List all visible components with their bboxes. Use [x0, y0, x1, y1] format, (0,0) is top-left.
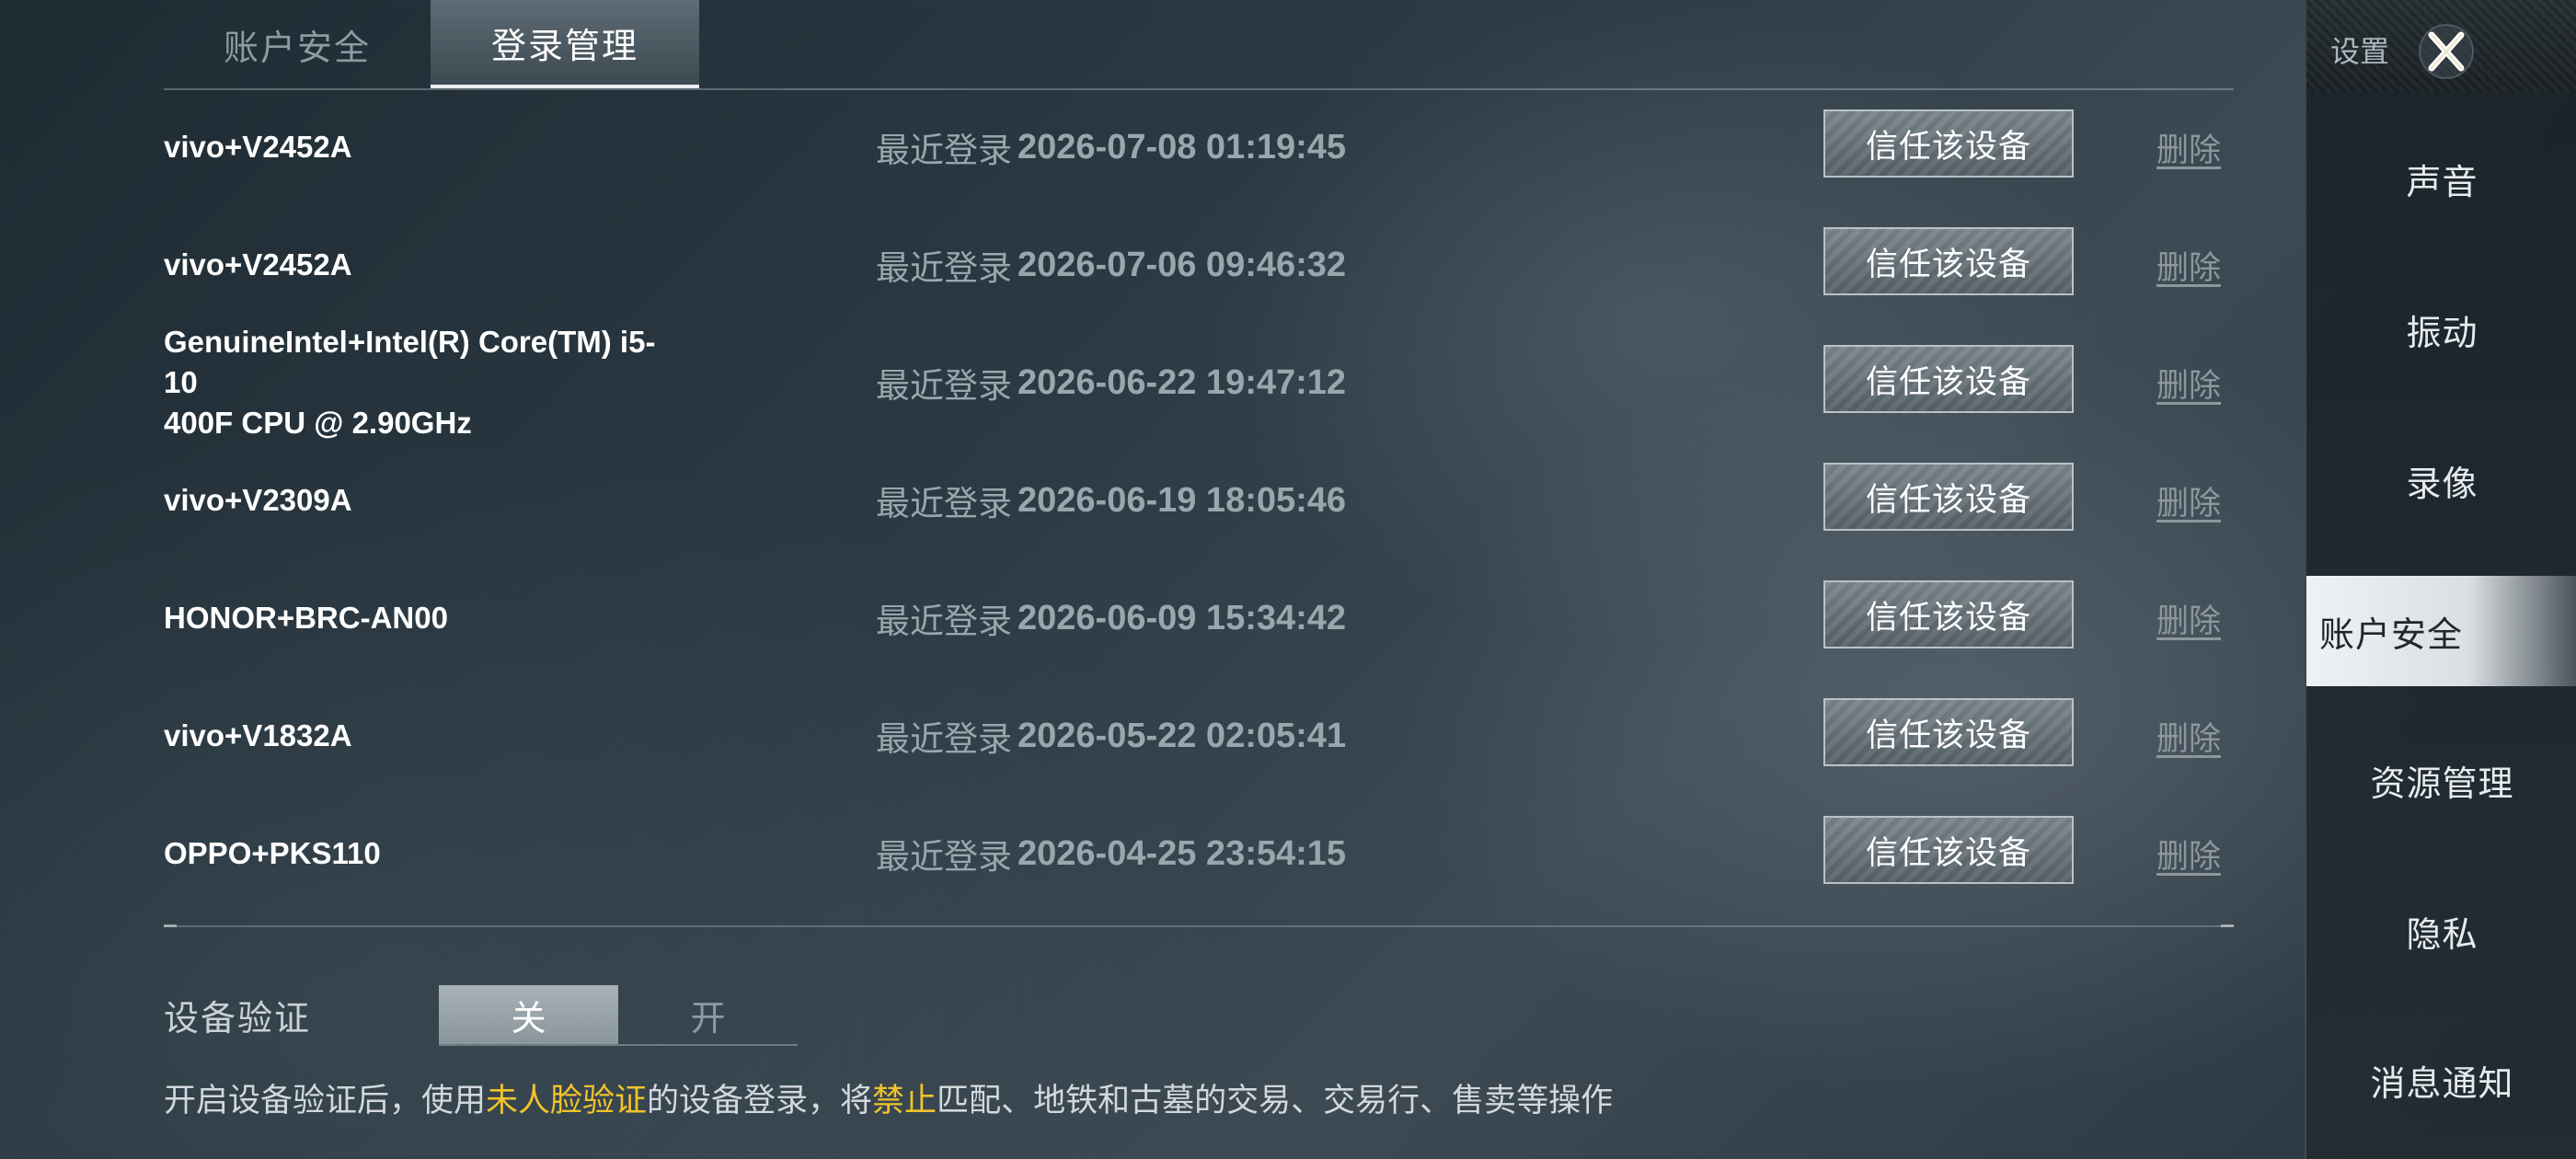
delete-device-link[interactable]: 删除: [2156, 795, 2221, 912]
sidebar-item-recording[interactable]: 录像: [2306, 425, 2576, 535]
device-verification-label: 设备验证: [164, 997, 312, 1039]
last-login-info: 最近登录 2026-07-08 01:19:45: [876, 88, 1346, 206]
last-login-info: 最近登录 2026-06-22 19:47:12: [876, 324, 1346, 442]
sidebar-item-sound[interactable]: 声音: [2306, 123, 2576, 234]
close-button[interactable]: [2409, 15, 2483, 88]
verification-note: 开启设备验证后，使用未人脸验证的设备登录，将禁止匹配、地铁和古墓的交易、交易行、…: [164, 1074, 1613, 1121]
device-row: vivo+V2309A 最近登录 2026-06-19 18:05:46 信任该…: [164, 442, 2234, 559]
sidebar-item-account-security[interactable]: 账户安全: [2306, 576, 2576, 686]
last-login-info: 最近登录 2026-06-09 15:34:42: [876, 559, 1346, 677]
last-login-time: 2026-05-22 02:05:41: [1018, 716, 1347, 755]
last-login-time: 2026-04-25 23:54:15: [1018, 833, 1347, 873]
top-tabs: 账户安全 登录管理: [164, 0, 2234, 90]
trust-device-button[interactable]: 信任该设备: [1823, 463, 2074, 531]
note-text: 的设备登录，将: [647, 1083, 873, 1119]
device-name: vivo+V1832A: [164, 718, 352, 752]
device-row: vivo+V1832A 最近登录 2026-05-22 02:05:41 信任该…: [164, 677, 2234, 795]
note-highlight: 未人脸验证: [486, 1083, 648, 1119]
delete-device-link[interactable]: 删除: [2156, 324, 2221, 442]
tab-login-management[interactable]: 登录管理: [431, 0, 699, 88]
settings-title: 设置: [2330, 34, 2390, 69]
login-management-panel: 账户安全 登录管理 vivo+V2452A 最近登录 2026-07-08 01…: [0, 0, 2305, 1159]
last-login-info: 最近登录 2026-07-06 09:46:32: [876, 206, 1346, 324]
device-name: GenuineIntel+Intel(R) Core(TM) i5-10 400…: [164, 325, 656, 440]
last-login-info: 最近登录 2026-05-22 02:05:41: [876, 677, 1346, 795]
last-login-time: 2026-06-09 15:34:42: [1018, 598, 1347, 637]
device-row: GenuineIntel+Intel(R) Core(TM) i5-10 400…: [164, 324, 2234, 442]
trust-device-button[interactable]: 信任该设备: [1823, 345, 2074, 413]
trust-device-button[interactable]: 信任该设备: [1823, 698, 2074, 766]
last-login-time: 2026-06-22 19:47:12: [1018, 362, 1347, 402]
sidebar-item-notifications[interactable]: 消息通知: [2306, 1025, 2576, 1135]
sidebar-item-vibration[interactable]: 振动: [2306, 274, 2576, 384]
device-verification-toggle: 关 开: [439, 985, 798, 1046]
device-name: vivo+V2452A: [164, 247, 352, 281]
sidebar-item-resource-management[interactable]: 资源管理: [2306, 725, 2576, 835]
trust-device-button[interactable]: 信任该设备: [1823, 580, 2074, 648]
device-row: HONOR+BRC-AN00 最近登录 2026-06-09 15:34:42 …: [164, 559, 2234, 677]
last-login-info: 最近登录 2026-06-19 18:05:46: [876, 442, 1346, 559]
last-login-info: 最近登录 2026-04-25 23:54:15: [876, 795, 1346, 912]
last-login-label: 最近登录: [876, 131, 1012, 170]
delete-device-link[interactable]: 删除: [2156, 677, 2221, 795]
last-login-label: 最近登录: [876, 837, 1012, 877]
device-name: vivo+V2309A: [164, 483, 352, 517]
delete-device-link[interactable]: 删除: [2156, 206, 2221, 324]
note-text: 匹配、地铁和古墓的交易、交易行、售卖等操作: [937, 1083, 1614, 1119]
note-text: 开启设备验证后，使用: [164, 1083, 487, 1119]
last-login-time: 2026-07-08 01:19:45: [1018, 127, 1347, 166]
last-login-label: 最近登录: [876, 248, 1012, 288]
sidebar-item-privacy[interactable]: 隐私: [2306, 876, 2576, 986]
last-login-label: 最近登录: [876, 602, 1012, 641]
device-row: vivo+V2452A 最近登录 2026-07-08 01:19:45 信任该…: [164, 88, 2234, 206]
trust-device-button[interactable]: 信任该设备: [1823, 816, 2074, 884]
note-highlight: 禁止: [872, 1083, 937, 1119]
last-login-label: 最近登录: [876, 366, 1012, 406]
device-row: OPPO+PKS110 最近登录 2026-04-25 23:54:15 信任该…: [164, 795, 2234, 912]
device-row: vivo+V2452A 最近登录 2026-07-06 09:46:32 信任该…: [164, 206, 2234, 324]
toggle-on-option[interactable]: 开: [618, 985, 798, 1044]
close-icon: [2419, 24, 2474, 79]
last-login-label: 最近登录: [876, 719, 1012, 759]
device-name: HONOR+BRC-AN00: [164, 601, 448, 635]
last-login-time: 2026-06-19 18:05:46: [1018, 480, 1347, 520]
toggle-off-option[interactable]: 关: [439, 985, 618, 1044]
settings-sidebar: 设置 声音 振动 录像 账户安全 资源管理 隐私 消息通知: [2305, 0, 2576, 1159]
device-name: OPPO+PKS110: [164, 836, 381, 870]
trust-device-button[interactable]: 信任该设备: [1823, 227, 2074, 295]
section-divider: [164, 924, 2234, 927]
trust-device-button[interactable]: 信任该设备: [1823, 109, 2074, 178]
delete-device-link[interactable]: 删除: [2156, 559, 2221, 677]
device-name: vivo+V2452A: [164, 130, 352, 164]
delete-device-link[interactable]: 删除: [2156, 88, 2221, 206]
delete-device-link[interactable]: 删除: [2156, 442, 2221, 559]
sidebar-header: 设置: [2306, 0, 2576, 92]
last-login-time: 2026-07-06 09:46:32: [1018, 245, 1347, 284]
last-login-label: 最近登录: [876, 484, 1012, 523]
tab-account-security[interactable]: 账户安全: [164, 0, 431, 88]
